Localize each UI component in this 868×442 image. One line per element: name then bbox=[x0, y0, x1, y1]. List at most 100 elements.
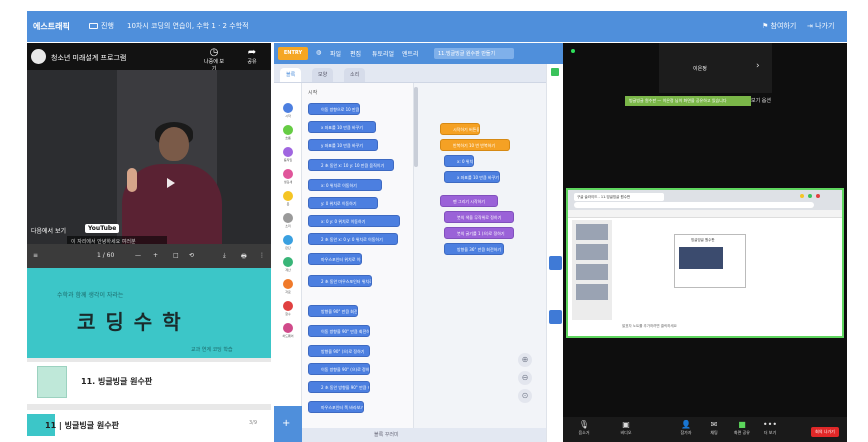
palette-block[interactable]: x 좌표를 10 만큼 바꾸기 bbox=[308, 121, 376, 133]
palette-block[interactable]: 이동 방향으로 10 만큼 움직이기 bbox=[308, 103, 360, 115]
block-category[interactable]: 소리 bbox=[282, 213, 294, 228]
fit-page-icon[interactable]: □ bbox=[173, 252, 179, 259]
watch-later-button[interactable]: ◷ 나중에 보기 bbox=[203, 47, 225, 72]
editor-logo[interactable]: ENTRY bbox=[278, 47, 308, 60]
menu-file[interactable]: 파일 bbox=[330, 49, 341, 58]
zoom-in-button[interactable]: ⊕ bbox=[518, 353, 532, 367]
script-block[interactable]: 붓의 색을 무작위로 정하기 bbox=[444, 211, 514, 223]
app-brand[interactable]: 에스트래픽 bbox=[33, 21, 70, 32]
script-block[interactable]: 펜 그리기 시작하기 bbox=[440, 195, 498, 207]
video-button[interactable]: ▣ 비디오 bbox=[615, 420, 637, 436]
channel-avatar[interactable] bbox=[31, 49, 46, 64]
more-icon[interactable]: ⋮ bbox=[259, 252, 265, 259]
browser-tab[interactable]: 구글 슬라이드 - 11.빙글빙글 원수판 bbox=[574, 193, 664, 201]
pdf-page-indicator[interactable]: 1 / 60 bbox=[97, 252, 114, 259]
script-block[interactable]: 붓의 굵기를 1 (으)로 정하기 bbox=[444, 227, 514, 239]
chat-icon: ✉ bbox=[710, 420, 718, 429]
menu-tutorial[interactable]: 튜토리얼 bbox=[372, 49, 394, 58]
palette-block[interactable]: x: 0 y: 0 위치로 이동하기 bbox=[308, 215, 400, 227]
sprite-thumbnail[interactable] bbox=[549, 256, 562, 270]
zoom-reset-button[interactable]: ⊙ bbox=[518, 389, 532, 403]
watch-on-label[interactable]: 다음에서 보기 bbox=[31, 226, 66, 235]
palette-block[interactable]: 방향을 90° 만큼 회전하기 bbox=[308, 305, 358, 317]
palette-block[interactable]: 마우스포인터 쪽 바라보기 bbox=[308, 401, 364, 413]
pdf-page[interactable]: 수학과 함께 생각이 자라는 코딩수학 교과 연계 코딩 학습 11. 빙글빙글… bbox=[27, 268, 271, 442]
current-slide[interactable]: 빙글빙글 원수판 bbox=[674, 234, 746, 288]
print-icon[interactable]: 🖶 bbox=[241, 252, 247, 262]
tab-sounds[interactable]: 소리 bbox=[344, 68, 366, 82]
block-category[interactable]: 생김새 bbox=[282, 169, 294, 184]
palette-block[interactable]: 방향을 90° (으)로 정하기 bbox=[308, 345, 370, 357]
menu-edit[interactable]: 편집 bbox=[350, 49, 361, 58]
project-name-input[interactable]: 11.빙글빙글 원수판 만들기 bbox=[434, 48, 514, 59]
share-button[interactable]: ➦ 공유 bbox=[241, 47, 263, 65]
run-flag-icon[interactable] bbox=[551, 68, 559, 76]
palette-block[interactable]: 마우스포인터 위치로 이동하기 bbox=[308, 253, 362, 265]
more-button[interactable]: ••• 더 보기 bbox=[759, 420, 781, 436]
participants-button[interactable]: 👤 참가자 bbox=[675, 420, 697, 436]
script-block[interactable]: 반복하기 10 번 반복하기 bbox=[440, 139, 510, 151]
tab-blocks[interactable]: 블록 bbox=[280, 68, 302, 82]
sprite-thumbnail[interactable] bbox=[549, 310, 562, 324]
youtube-logo[interactable]: YouTube bbox=[85, 224, 120, 233]
slide-thumbnail[interactable] bbox=[576, 244, 608, 260]
palette-block[interactable]: 이동 방향을 90° 만큼 회전하기 bbox=[308, 325, 370, 337]
rotate-icon[interactable]: ⟲ bbox=[189, 252, 194, 259]
palette-block[interactable]: 2 초 동안 x: 10 y: 10 만큼 움직이기 bbox=[308, 159, 394, 171]
view-options-button[interactable]: 보기 옵션 bbox=[751, 97, 771, 104]
header-link-progress[interactable]: 진행 bbox=[89, 21, 114, 31]
pdf-chapter-item[interactable]: 11. 빙글빙글 원수판 bbox=[37, 366, 263, 398]
script-workspace[interactable]: 시작하기 버튼을 클릭했을 때반복하기 10 번 반복하기 x: 0 위치로 이동… bbox=[418, 83, 546, 442]
download-icon[interactable]: ⤓ bbox=[223, 252, 226, 260]
script-block[interactable]: x 좌표를 10 만큼 바꾸기 bbox=[444, 171, 500, 183]
block-bundle-label[interactable]: 블록 꾸러미 bbox=[374, 431, 399, 438]
zoom-in-icon[interactable]: + bbox=[153, 252, 158, 259]
palette-block[interactable]: 2 초 동안 마우스포인터 위치로 이동하기 bbox=[308, 275, 372, 287]
block-category[interactable]: 계산 bbox=[282, 257, 294, 272]
speaker-notes[interactable]: 발표자 노트를 추가하려면 클릭하세요 bbox=[622, 324, 677, 329]
window-close-icon[interactable] bbox=[816, 194, 820, 198]
address-bar[interactable] bbox=[574, 202, 814, 208]
block-category[interactable]: 붓 bbox=[282, 191, 294, 206]
video-title[interactable]: 청소년 미래설계 프로그램 bbox=[51, 53, 126, 63]
block-category[interactable]: 흐름 bbox=[282, 125, 294, 140]
block-category[interactable]: 움직임 bbox=[282, 147, 294, 162]
slide-thumbnail[interactable] bbox=[576, 284, 608, 300]
window-maximize-icon[interactable] bbox=[808, 194, 812, 198]
window-minimize-icon[interactable] bbox=[800, 194, 804, 198]
video-player[interactable]: 청소년 미래설계 프로그램 ◷ 나중에 보기 ➦ 공유 이 자리에서 안녕하세요 여… bbox=[27, 43, 271, 272]
globe-icon[interactable]: ◍ bbox=[316, 49, 321, 56]
leave-meeting-button[interactable]: 회의 나가기 bbox=[811, 427, 839, 437]
share-screen-button[interactable]: ■ 화면 공유 bbox=[731, 420, 753, 436]
zoom-out-icon[interactable]: — bbox=[135, 252, 141, 259]
play-icon[interactable] bbox=[167, 178, 175, 188]
palette-block[interactable]: 2 초 동안 방향을 90° 만큼 회전하기 bbox=[308, 381, 370, 393]
script-block[interactable]: 방향을 36° 만큼 회전하기 bbox=[444, 243, 504, 255]
mute-button[interactable]: 🎙 음소거 bbox=[573, 420, 595, 436]
video-call-window: 이은정 › 빙글빙글 원수판 — 이은정 님이 화면을 공유하고 있습니다 보기… bbox=[563, 43, 847, 442]
exit-button[interactable]: ⇥ 나가기 bbox=[807, 21, 834, 31]
slide-thumbnail[interactable] bbox=[576, 224, 608, 240]
block-category[interactable]: 함수 bbox=[282, 301, 294, 316]
palette-block[interactable]: 이동 방향을 90° (으)로 정하기 bbox=[308, 363, 370, 375]
palette-block[interactable]: y 좌표를 10 만큼 바꾸기 bbox=[308, 139, 378, 151]
shared-screen[interactable]: 구글 슬라이드 - 11.빙글빙글 원수판 빙글빙글 원수판 발표자 노트를 추… bbox=[566, 188, 844, 338]
script-block[interactable]: x: 0 위치로 이동하기 bbox=[444, 155, 474, 167]
slide-thumbnail[interactable] bbox=[576, 264, 608, 280]
palette-block[interactable]: y: 0 위치로 이동하기 bbox=[308, 197, 378, 209]
block-category[interactable]: 자료 bbox=[282, 279, 294, 294]
chevron-right-icon[interactable]: › bbox=[756, 61, 760, 71]
menu-icon[interactable]: ≡ bbox=[33, 252, 38, 259]
join-button[interactable]: ⚑ 참여하기 bbox=[762, 21, 796, 31]
block-category[interactable]: 시작 bbox=[282, 103, 294, 118]
palette-block[interactable]: x: 0 위치로 이동하기 bbox=[308, 179, 382, 191]
palette-block[interactable]: 2 초 동안 x: 0 y: 0 위치로 이동하기 bbox=[308, 233, 398, 245]
add-extension-button[interactable]: + bbox=[274, 406, 302, 442]
block-category[interactable]: 판단 bbox=[282, 235, 294, 250]
block-category[interactable]: 하드웨어 bbox=[282, 323, 294, 338]
menu-home[interactable]: 엔트리 bbox=[402, 49, 419, 58]
zoom-out-button[interactable]: ⊖ bbox=[518, 371, 532, 385]
chat-button[interactable]: ✉ 채팅 bbox=[703, 420, 725, 436]
tab-shapes[interactable]: 모양 bbox=[312, 68, 334, 82]
script-block[interactable]: 시작하기 버튼을 클릭했을 때 bbox=[440, 123, 480, 135]
